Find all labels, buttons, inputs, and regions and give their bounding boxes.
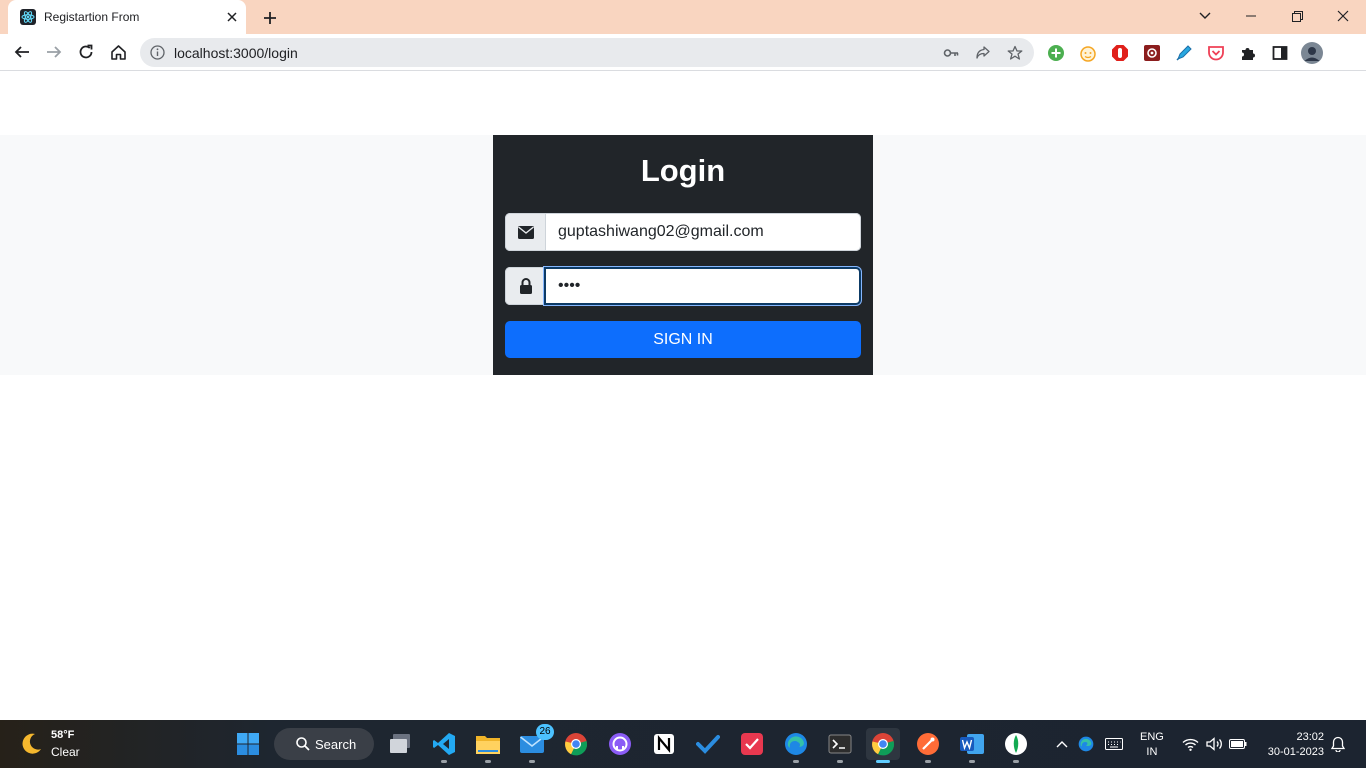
close-window-icon[interactable]	[1328, 4, 1358, 28]
language-code: ENG	[1140, 731, 1164, 743]
chevron-up-icon[interactable]	[1052, 728, 1072, 760]
running-indicator	[969, 760, 975, 763]
browser-toolbar: localhost:3000/login	[0, 34, 1366, 71]
running-indicator	[1013, 760, 1019, 763]
react-icon	[20, 9, 36, 25]
bookmark-star-icon[interactable]	[1006, 44, 1024, 62]
password-field[interactable]	[544, 267, 861, 305]
email-input-group	[505, 213, 861, 251]
chrome-active-icon[interactable]	[866, 728, 900, 763]
password-input-group	[505, 267, 861, 305]
running-indicator	[529, 760, 535, 763]
region-code: IN	[1146, 746, 1158, 758]
edge-tray-icon[interactable]	[1076, 728, 1096, 760]
extension-plus-icon[interactable]	[1046, 43, 1066, 63]
search-label: Search	[315, 737, 357, 752]
battery-icon[interactable]	[1228, 728, 1248, 760]
lock-icon	[505, 267, 546, 305]
search-icon	[296, 737, 310, 751]
weather-condition: Clear	[51, 745, 80, 759]
extension-face-icon[interactable]	[1078, 43, 1098, 63]
active-indicator	[876, 760, 890, 763]
mail-badge: 26	[536, 724, 554, 740]
login-title: Login	[640, 153, 726, 188]
tab-title: Registartion From	[44, 10, 140, 24]
home-icon[interactable]	[105, 39, 131, 65]
back-arrow-icon[interactable]	[9, 39, 35, 65]
new-tab-icon[interactable]	[259, 7, 281, 29]
task-view-icon[interactable]	[384, 728, 416, 760]
postman-icon[interactable]	[912, 728, 944, 763]
wifi-icon[interactable]	[1180, 728, 1200, 760]
running-indicator	[485, 760, 491, 763]
weather-temperature: 58°F	[51, 729, 75, 741]
taskbar-search[interactable]: Search	[274, 728, 374, 760]
side-panel-icon[interactable]	[1270, 43, 1290, 63]
tab-search-icon[interactable]	[1190, 4, 1220, 28]
chrome-icon[interactable]	[560, 728, 592, 760]
close-tab-icon[interactable]	[223, 8, 241, 26]
github-desktop-icon[interactable]	[604, 728, 636, 760]
envelope-icon	[505, 213, 546, 251]
minimize-icon[interactable]	[1236, 4, 1266, 28]
running-indicator	[793, 760, 799, 763]
restore-icon[interactable]	[1282, 4, 1312, 28]
profile-avatar[interactable]	[1300, 41, 1324, 65]
forward-arrow-icon[interactable]	[41, 39, 67, 65]
mail-icon[interactable]: 26	[516, 724, 554, 763]
word-icon[interactable]	[956, 728, 988, 763]
url-text: localhost:3000/login	[174, 45, 298, 61]
sign-in-button[interactable]: SIGN IN	[505, 321, 861, 358]
edge-icon[interactable]	[780, 728, 812, 763]
browser-tab[interactable]: Registartion From	[8, 0, 246, 34]
taskbar: 58°F Clear Search 26 ENG IN 23:02 30-01-…	[0, 720, 1366, 768]
running-indicator	[837, 760, 843, 763]
terminal-icon[interactable]	[824, 728, 856, 763]
reload-icon[interactable]	[73, 39, 99, 65]
info-icon[interactable]	[150, 45, 165, 60]
email-field[interactable]	[546, 213, 861, 251]
volume-icon[interactable]	[1204, 728, 1224, 760]
extension-highlighter-icon[interactable]	[1174, 43, 1194, 63]
moon-icon[interactable]	[18, 731, 44, 757]
extension-adblock-icon[interactable]	[1110, 43, 1130, 63]
tab-strip: Registartion From	[0, 0, 1366, 34]
file-explorer-icon[interactable]	[472, 728, 504, 763]
key-icon[interactable]	[942, 44, 960, 62]
address-bar[interactable]: localhost:3000/login	[140, 38, 1034, 67]
calendar-app-icon[interactable]	[736, 728, 768, 760]
clock[interactable]: 23:02 30-01-2023	[1262, 730, 1324, 760]
notification-icon[interactable]	[1328, 728, 1348, 760]
clock-time: 23:02	[1296, 731, 1324, 743]
extensions-puzzle-icon[interactable]	[1238, 43, 1258, 63]
language-indicator[interactable]: ENG IN	[1140, 730, 1164, 760]
extension-pocket-icon[interactable]	[1206, 43, 1226, 63]
notion-icon[interactable]	[648, 728, 680, 760]
running-indicator	[925, 760, 931, 763]
mongodb-compass-icon[interactable]	[1000, 728, 1032, 763]
clock-date: 30-01-2023	[1267, 746, 1324, 758]
windows-start-icon[interactable]	[232, 728, 264, 760]
login-card: Login SIGN IN	[493, 135, 873, 375]
keyboard-icon[interactable]	[1104, 728, 1124, 760]
running-indicator	[441, 760, 447, 763]
vscode-icon[interactable]	[428, 728, 460, 763]
todo-icon[interactable]	[692, 728, 724, 760]
extension-clipper-icon[interactable]	[1142, 43, 1162, 63]
share-icon[interactable]	[974, 44, 992, 62]
